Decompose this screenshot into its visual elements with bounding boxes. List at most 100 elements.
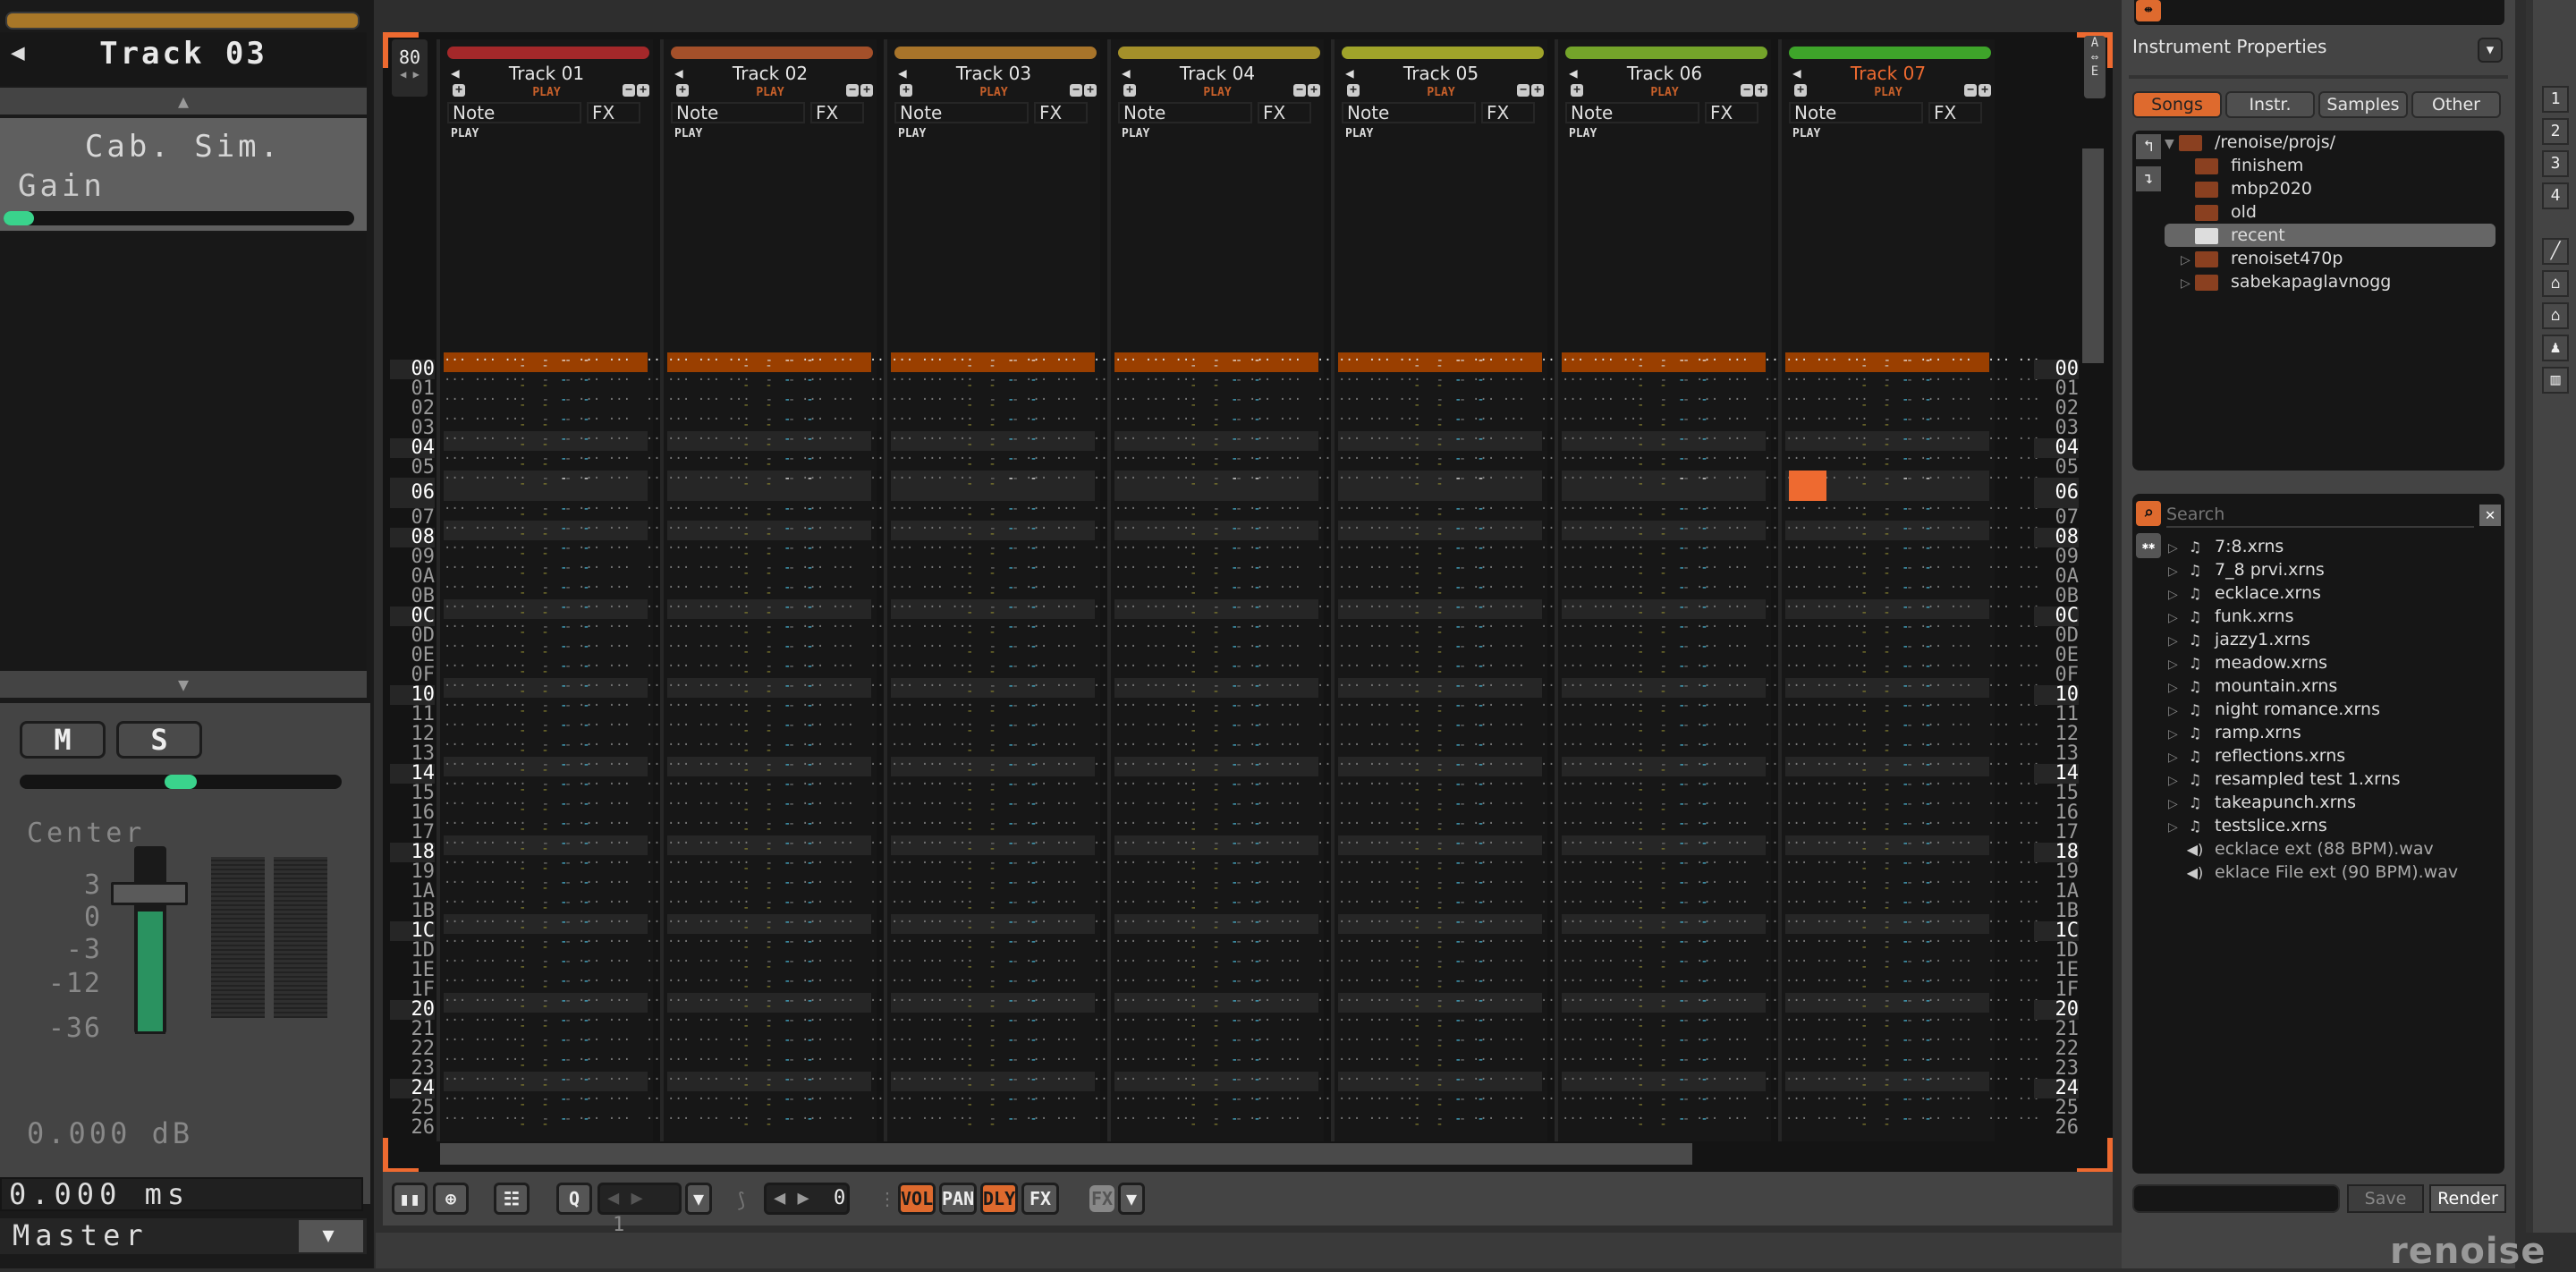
panning-slider-handle[interactable] (165, 775, 197, 789)
pattern-line[interactable]: ··· ··· ··· - -- -- - ··· ··· ··· ··· (1562, 560, 1817, 581)
view-preset-1[interactable]: 1 (2542, 86, 2569, 113)
expand-triangle-icon[interactable]: ▷ (2168, 606, 2182, 630)
note-cell[interactable]: ··· ··· ··· - - (1562, 1033, 1690, 1047)
pattern-line[interactable]: ··· ··· ··· - -- -- - ··· ··· ··· ··· (1114, 934, 1369, 954)
effect-cell[interactable]: ··· ··· ··· ··· (1919, 973, 2040, 989)
effect-cell[interactable]: ··· ··· ··· ··· (1919, 599, 2040, 615)
follow-player-button[interactable]: ⊕ (433, 1183, 469, 1215)
pattern-line[interactable]: ··· ··· ··· - -- -- - ··· ··· ··· ··· (444, 392, 699, 412)
pattern-line[interactable]: ··· ··· ··· - -- -- - ··· ··· ··· ··· (1338, 757, 1593, 777)
add-fx-column-icon[interactable]: + (1979, 84, 1991, 97)
remove-fx-column-icon[interactable]: − (1741, 84, 1753, 97)
pattern-line[interactable]: ··· ··· ··· - -- -- - ··· ··· ··· ··· (1785, 411, 2040, 432)
note-cell[interactable]: ··· ··· ··· - - (891, 640, 1019, 654)
note-cell[interactable]: ··· ··· ··· - - (1114, 797, 1242, 811)
note-cell[interactable]: ··· ··· ··· - - (891, 620, 1019, 634)
pattern-line[interactable]: ··· ··· ··· - -- -- - ··· ··· ··· ··· (1785, 471, 2040, 501)
note-cell[interactable]: ··· ··· ··· - - (1338, 600, 1466, 615)
note-cell[interactable]: ··· ··· ··· - - (444, 679, 572, 693)
remove-fx-column-icon[interactable]: − (846, 84, 859, 97)
note-cell[interactable]: ··· ··· ··· - - (667, 502, 795, 516)
note-cell[interactable]: ··· ··· ··· - - (667, 412, 795, 427)
add-fx-column-icon[interactable]: + (860, 84, 873, 97)
expand-triangle-icon[interactable]: ▷ (2168, 746, 2182, 769)
note-cell[interactable]: ··· ··· ··· - - (444, 974, 572, 988)
effect-cell[interactable]: ··· ··· ··· ··· (1919, 451, 2040, 467)
effect-cell[interactable]: ··· ··· ··· ··· (1919, 776, 2040, 793)
track-mute-state[interactable]: PLAY (1782, 86, 1995, 99)
pattern-line[interactable]: ··· ··· ··· - -- -- - ··· ··· ··· ··· (667, 431, 922, 452)
pattern-line[interactable]: ··· ··· ··· - -- -- - ··· ··· ··· ··· (1785, 835, 2040, 856)
note-cell[interactable]: ··· ··· ··· - - (667, 699, 795, 713)
note-cell[interactable]: ··· ··· ··· - - (667, 738, 795, 752)
pattern-line[interactable]: ··· ··· ··· - -- -- - ··· ··· ··· ··· (667, 392, 922, 412)
pattern-line[interactable]: ··· ··· ··· - -- -- - ··· ··· ··· ··· (1785, 451, 2040, 471)
pattern-line[interactable]: ··· ··· ··· - -- -- - ··· ··· ··· ··· (444, 737, 699, 758)
track-column[interactable]: ◀ Track 01 + PLAY − + Note FX PLAY ··· ·… (436, 39, 699, 1141)
pattern-line[interactable]: ··· ··· ··· - -- -- - ··· ··· ··· ··· (1562, 973, 1817, 994)
pattern-line[interactable]: ··· ··· ··· - -- -- - ··· ··· ··· ··· (444, 796, 699, 817)
note-cell[interactable]: ··· ··· ··· - - (1785, 432, 1913, 446)
note-cell[interactable]: ··· ··· ··· - - (1785, 895, 1913, 910)
pattern-line[interactable]: ··· ··· ··· - -- -- - ··· ··· ··· ··· (667, 855, 922, 876)
pattern-line[interactable]: ··· ··· ··· - -- -- - ··· ··· ··· ··· (891, 1013, 1146, 1033)
note-cell[interactable]: ··· ··· ··· - - (1562, 412, 1690, 427)
pattern-line[interactable]: ··· ··· ··· - -- -- - ··· ··· ··· ··· (1562, 855, 1817, 876)
track-column[interactable]: ◀ Track 02 + PLAY − + Note FX PLAY ··· ·… (660, 39, 922, 1141)
pattern-line[interactable]: ··· ··· ··· - -- -- - ··· ··· ··· ··· (1562, 540, 1817, 561)
pattern-line[interactable]: ··· ··· ··· - -- -- - ··· ··· ··· ··· (891, 698, 1146, 718)
pattern-line[interactable]: ··· ··· ··· - -- -- - ··· ··· ··· ··· (667, 934, 922, 954)
track-column[interactable]: ◀ Track 06 + PLAY − + Note FX PLAY ··· ·… (1555, 39, 1817, 1141)
pattern-line[interactable]: ··· ··· ··· - -- -- - ··· ··· ··· ··· (891, 954, 1146, 974)
pattern-line[interactable]: ··· ··· ··· - -- -- - ··· ··· ··· ··· (1562, 816, 1817, 836)
pattern-line[interactable]: ··· ··· ··· - -- -- - ··· ··· ··· ··· (891, 372, 1146, 393)
note-cell[interactable]: ··· ··· ··· - - (1114, 876, 1242, 890)
pattern-line[interactable]: ··· ··· ··· - -- -- - ··· ··· ··· ··· (444, 835, 699, 856)
fx-column-header[interactable]: FX (810, 102, 864, 123)
add-fx-column-icon[interactable]: + (637, 84, 649, 97)
note-cell[interactable]: ··· ··· ··· - - (1562, 1073, 1690, 1087)
pattern-line[interactable]: ··· ··· ··· - -- -- - ··· ··· ··· ··· (891, 352, 1146, 373)
pattern-line[interactable]: ··· ··· ··· - -- -- - ··· ··· ··· ··· (1562, 501, 1817, 522)
gain-slider-handle[interactable] (4, 211, 34, 225)
note-cell[interactable]: ··· ··· ··· - - (1785, 581, 1913, 595)
note-cell[interactable]: ··· ··· ··· - - (1338, 1112, 1466, 1126)
pattern-line[interactable]: ··· ··· ··· - -- -- - ··· ··· ··· ··· (1114, 973, 1369, 994)
output-routing-select[interactable]: Master ▼ (0, 1218, 367, 1254)
note-cell[interactable]: ··· ··· ··· - - (1338, 836, 1466, 851)
pattern-line[interactable]: ··· ··· ··· - -- -- - ··· ··· ··· ··· (1338, 599, 1593, 620)
pattern-line[interactable]: ··· ··· ··· - -- -- - ··· ··· ··· ··· (667, 372, 922, 393)
pattern-line[interactable]: ··· ··· ··· - -- -- - ··· ··· ··· ··· (444, 619, 699, 640)
note-cell[interactable]: ··· ··· ··· - - (1785, 718, 1913, 733)
pattern-line[interactable]: ··· ··· ··· - -- -- - ··· ··· ··· ··· (1562, 993, 1817, 1013)
note-cell[interactable]: ··· ··· ··· - - (1562, 1053, 1690, 1067)
pattern-line[interactable]: ··· ··· ··· - -- -- - ··· ··· ··· ··· (1562, 352, 1817, 373)
note-cell[interactable]: ··· ··· ··· - - (667, 373, 795, 387)
note-cell[interactable]: ··· ··· ··· - - (1785, 412, 1913, 427)
note-cell[interactable]: ··· ··· ··· - - (1785, 1053, 1913, 1067)
note-cell[interactable]: ··· ··· ··· - - (891, 471, 1019, 486)
pattern-line[interactable]: ··· ··· ··· - -- -- - ··· ··· ··· ··· (667, 816, 922, 836)
pattern-line[interactable]: ··· ··· ··· - -- -- - ··· ··· ··· ··· (1114, 451, 1369, 471)
effect-cell[interactable]: ··· ··· ··· ··· (1919, 501, 2040, 517)
file-item[interactable]: ▷ ♫ testslice.xrns (2168, 814, 2327, 837)
add-fx-column-icon[interactable]: + (1308, 84, 1320, 97)
note-cell[interactable]: ··· ··· ··· - - (1338, 1033, 1466, 1047)
effect-cell[interactable]: ··· ··· ··· ··· (1919, 934, 2040, 950)
note-cell[interactable]: ··· ··· ··· - - (891, 699, 1019, 713)
note-cell[interactable]: ··· ··· ··· - - (667, 620, 795, 634)
pattern-line[interactable]: ··· ··· ··· - -- -- - ··· ··· ··· ··· (444, 895, 699, 915)
note-cell[interactable]: ··· ··· ··· - - (667, 1092, 795, 1107)
resize-icon[interactable]: ⇹ (2136, 0, 2161, 21)
pattern-line[interactable]: ··· ··· ··· - -- -- - ··· ··· ··· ··· (1785, 895, 2040, 915)
note-cell[interactable]: ··· ··· ··· - - (1338, 876, 1466, 890)
note-cell[interactable]: ··· ··· ··· - - (1338, 1092, 1466, 1107)
pattern-line[interactable]: ··· ··· ··· - -- -- - ··· ··· ··· ··· (891, 973, 1146, 994)
file-item[interactable]: ▷ ♫ 7_8 prvi.xrns (2168, 558, 2325, 581)
delay-column-toggle[interactable]: DLY (980, 1183, 1018, 1215)
remove-fx-column-icon[interactable]: − (623, 84, 635, 97)
pattern-line[interactable]: ··· ··· ··· - -- -- - ··· ··· ··· ··· (1562, 451, 1817, 471)
pattern-line[interactable]: ··· ··· ··· - -- -- - ··· ··· ··· ··· (1785, 855, 2040, 876)
note-column-header[interactable]: Note (1565, 102, 1699, 123)
note-cell[interactable]: ··· ··· ··· - - (891, 561, 1019, 575)
